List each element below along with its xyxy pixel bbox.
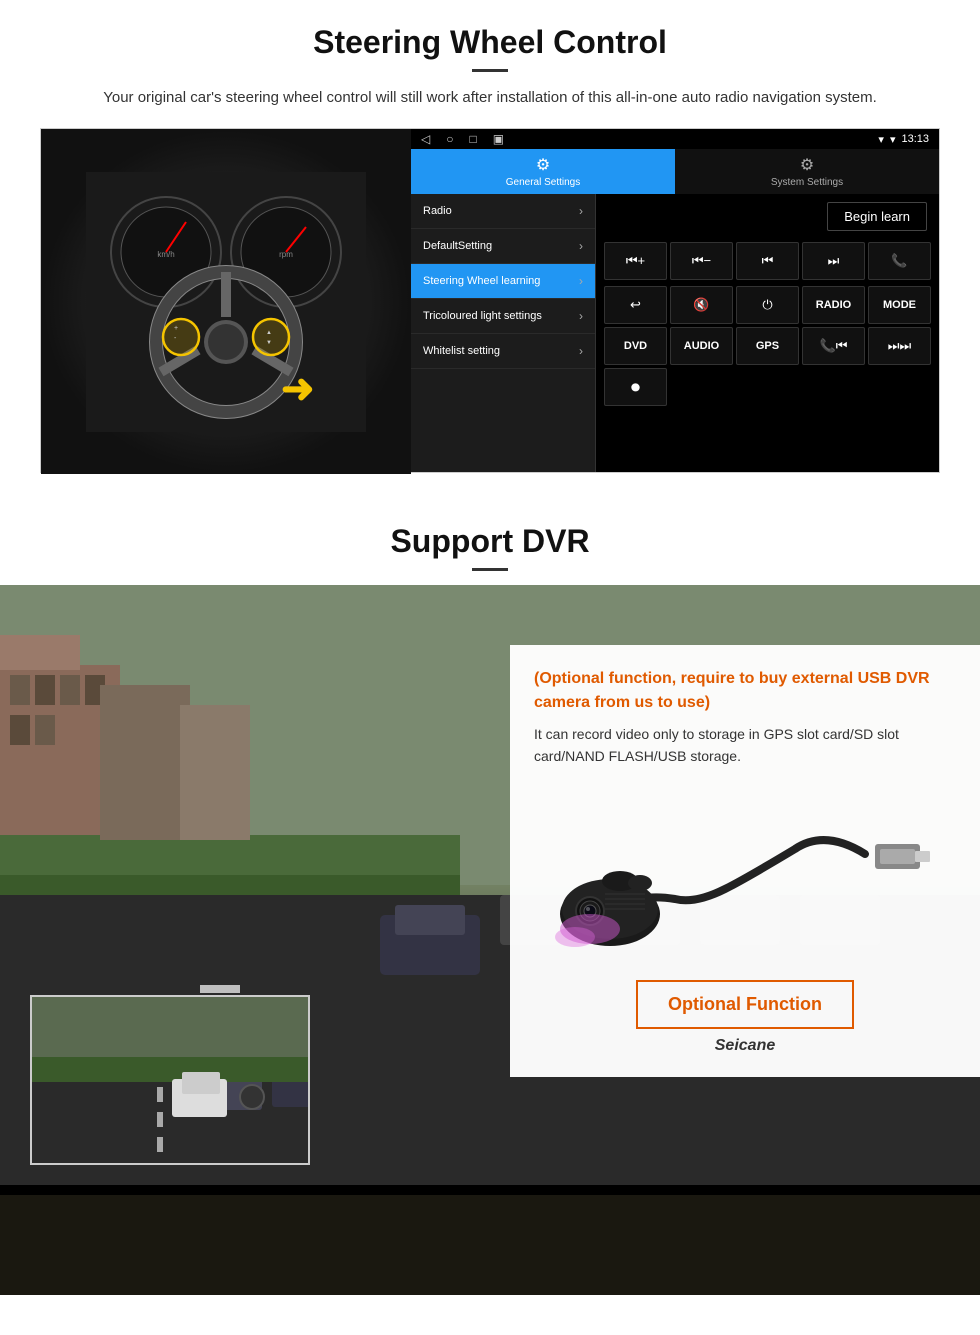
ctrl-btn-next[interactable]: ⏭ <box>802 242 865 280</box>
optional-function-container: Optional Function Seicane <box>534 980 956 1055</box>
dvr-camera-illustration <box>534 784 956 964</box>
android-statusbar: ◁ ○ □ ▣ ▾ ▾ 13:13 <box>411 129 939 149</box>
menu-whitelist-label: Whitelist setting <box>423 345 500 357</box>
steering-description: Your original car's steering wheel contr… <box>60 86 920 110</box>
dvr-background: (Optional function, require to buy exter… <box>0 585 980 1295</box>
begin-learn-button[interactable]: Begin learn <box>827 202 927 231</box>
home-nav-icon[interactable]: ○ <box>446 132 453 146</box>
tab-system-settings[interactable]: ⚙ System Settings <box>675 149 939 194</box>
whitelist-chevron-icon: › <box>579 344 583 358</box>
steering-title: Steering Wheel Control <box>40 24 940 61</box>
ctrl-btn-vol-minus[interactable]: ⏮− <box>670 242 733 280</box>
recent-nav-icon[interactable]: □ <box>469 132 476 146</box>
ctrl-btn-audio[interactable]: AUDIO <box>670 327 733 365</box>
menu-tricoloured-label: Tricoloured light settings <box>423 310 542 322</box>
dvr-optional-text: (Optional function, require to buy exter… <box>534 667 956 715</box>
menu-item-whitelist[interactable]: Whitelist setting › <box>411 334 595 369</box>
menu-item-radio[interactable]: Radio › <box>411 194 595 229</box>
ctrl-btn-record[interactable]: ⏺ <box>604 368 667 406</box>
tab-system-label: System Settings <box>771 177 843 188</box>
general-settings-icon: ⚙ <box>536 155 550 175</box>
android-panel: ◁ ○ □ ▣ ▾ ▾ 13:13 ⚙ General Settings ⚙ S… <box>411 129 939 472</box>
optional-function-label: Optional Function <box>668 994 822 1015</box>
android-settings-menu: Radio › DefaultSetting › Steering Wheel … <box>411 194 596 472</box>
ctrl-btn-mode[interactable]: MODE <box>868 286 931 324</box>
ctrl-btn-radio[interactable]: RADIO <box>802 286 865 324</box>
svg-text:▼: ▼ <box>266 340 272 346</box>
menu-default-label: DefaultSetting <box>423 240 492 252</box>
tab-general-settings[interactable]: ⚙ General Settings <box>411 149 675 194</box>
steering-wheel-svg: km/h rpm <box>86 172 366 432</box>
ctrl-btn-power[interactable]: ⏻ <box>736 286 799 324</box>
wifi-icon: ▾ <box>890 133 896 146</box>
menu-nav-icon[interactable]: ▣ <box>493 132 504 146</box>
status-time: 13:13 <box>901 133 929 145</box>
steering-photo-inner: km/h rpm <box>41 129 411 474</box>
menu-steering-label: Steering Wheel learning <box>423 275 540 287</box>
android-content-area: Begin learn ⏮+ ⏮− ⏮ ⏭ 📞 ↩ 🔇 ⏻ <box>596 194 939 472</box>
ctrl-btn-next-next[interactable]: ⏭⏭ <box>868 327 931 365</box>
menu-item-default-setting[interactable]: DefaultSetting › <box>411 229 595 264</box>
ctrl-btn-vol-plus[interactable]: ⏮+ <box>604 242 667 280</box>
dvr-title: Support DVR <box>40 523 940 560</box>
ctrl-btn-phone[interactable]: 📞 <box>868 242 931 280</box>
dvr-info-card: (Optional function, require to buy exter… <box>510 645 980 1077</box>
control-buttons-row3: DVD AUDIO GPS 📞⏮ ⏭⏭ <box>596 327 939 368</box>
seicane-logo-text: Seicane <box>715 1037 775 1054</box>
ctrl-btn-mute[interactable]: 🔇 <box>670 286 733 324</box>
camera-device-svg <box>545 789 945 959</box>
android-tabs: ⚙ General Settings ⚙ System Settings <box>411 149 939 194</box>
back-nav-icon[interactable]: ◁ <box>421 132 430 146</box>
ctrl-btn-gps[interactable]: GPS <box>736 327 799 365</box>
menu-radio-label: Radio <box>423 205 452 217</box>
optional-function-box[interactable]: Optional Function <box>636 980 854 1029</box>
dvr-section: Support DVR <box>0 493 980 1295</box>
ctrl-btn-back[interactable]: ↩ <box>604 286 667 324</box>
svg-text:▲: ▲ <box>266 330 272 336</box>
dvr-thumbnail <box>30 995 310 1165</box>
steering-photo: km/h rpm <box>41 129 411 474</box>
control-buttons-row2: ↩ 🔇 ⏻ RADIO MODE <box>596 283 939 327</box>
menu-item-tricoloured[interactable]: Tricoloured light settings › <box>411 299 595 334</box>
dvr-title-area: Support DVR <box>0 493 980 571</box>
dvr-description: It can record video only to storage in G… <box>534 723 956 768</box>
svg-text:+: + <box>174 325 178 332</box>
control-buttons-row4: ⏺ <box>596 368 939 409</box>
title-divider <box>472 69 508 72</box>
tricoloured-chevron-icon: › <box>579 309 583 323</box>
steering-content-area: km/h rpm <box>40 128 940 473</box>
android-main: Radio › DefaultSetting › Steering Wheel … <box>411 194 939 472</box>
steering-chevron-icon: › <box>579 274 583 288</box>
ctrl-btn-phone-prev[interactable]: 📞⏮ <box>802 327 865 365</box>
system-settings-icon: ⚙ <box>800 155 814 175</box>
control-buttons-row1: ⏮+ ⏮− ⏮ ⏭ 📞 <box>596 239 939 283</box>
seicane-brand: Seicane <box>715 1037 775 1055</box>
default-chevron-icon: › <box>579 239 583 253</box>
signal-icon: ▾ <box>878 133 884 146</box>
menu-item-steering-wheel[interactable]: Steering Wheel learning › <box>411 264 595 299</box>
dvr-thumb-svg <box>32 997 310 1165</box>
ctrl-btn-prev[interactable]: ⏮ <box>736 242 799 280</box>
begin-learn-row: Begin learn <box>596 194 939 239</box>
tab-general-label: General Settings <box>506 177 581 188</box>
dvr-title-divider <box>472 568 508 571</box>
svg-text:➜: ➜ <box>281 367 315 411</box>
radio-chevron-icon: › <box>579 204 583 218</box>
steering-section: Steering Wheel Control Your original car… <box>0 0 980 493</box>
ctrl-btn-dvd[interactable]: DVD <box>604 327 667 365</box>
